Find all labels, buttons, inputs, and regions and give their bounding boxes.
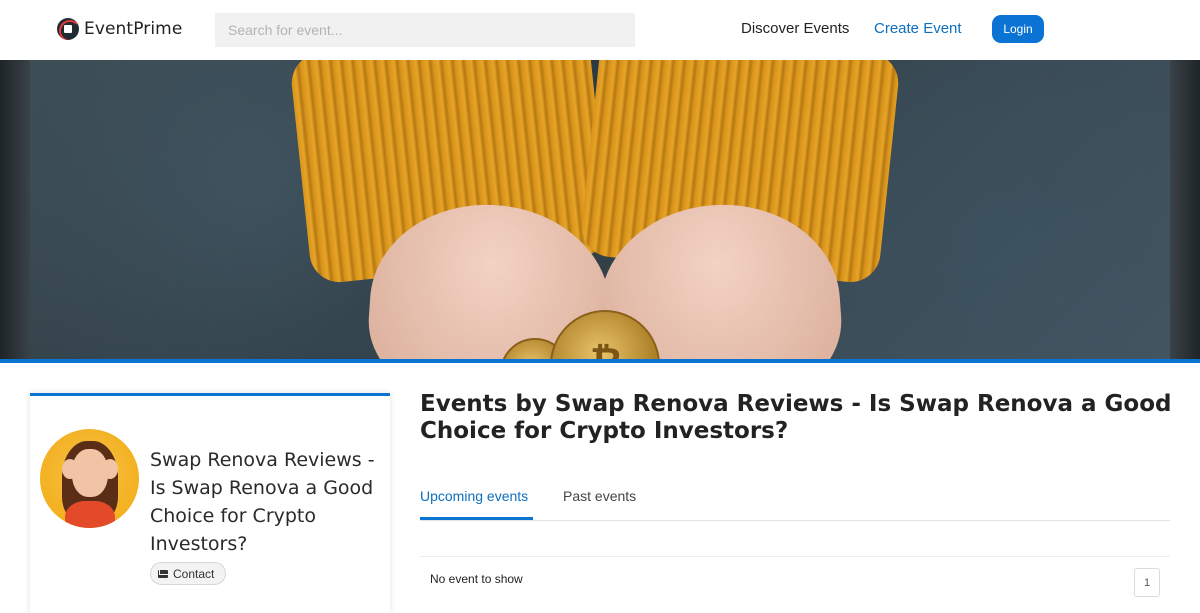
hero-image: ₿ bbox=[30, 60, 1170, 360]
hero-side-right bbox=[1170, 60, 1200, 360]
organizer-name: Swap Renova Reviews - Is Swap Renova a G… bbox=[150, 449, 375, 555]
empty-state-message: No event to show bbox=[430, 572, 523, 586]
avatar-hand-left bbox=[62, 459, 78, 479]
organizer-card: Swap Renova Reviews - Is Swap Renova a G… bbox=[30, 393, 390, 613]
nav-create-event[interactable]: Create Event bbox=[874, 20, 962, 37]
login-button[interactable]: Login bbox=[992, 15, 1044, 43]
avatar-body bbox=[65, 501, 115, 528]
event-tabs: Upcoming events Past events bbox=[420, 478, 1170, 521]
avatar bbox=[40, 429, 139, 528]
mail-icon bbox=[158, 569, 168, 578]
hero-banner: ₿ bbox=[0, 60, 1200, 360]
site-header: EventPrime Discover Events Create Event … bbox=[0, 0, 1200, 60]
divider bbox=[420, 556, 1170, 557]
hero-side-left bbox=[0, 60, 30, 360]
logo-text: EventPrime bbox=[84, 19, 183, 39]
tab-past-events[interactable]: Past events bbox=[563, 488, 636, 504]
pagination-page-button[interactable]: 1 bbox=[1134, 568, 1160, 597]
hero-accent-bar bbox=[0, 359, 1200, 363]
tab-upcoming-events[interactable]: Upcoming events bbox=[420, 488, 528, 504]
contact-label: Contact bbox=[173, 566, 215, 581]
nav-discover-events[interactable]: Discover Events bbox=[741, 20, 849, 37]
active-tab-indicator bbox=[420, 517, 533, 520]
eventprime-logo-icon bbox=[57, 18, 79, 40]
bitcoin-icon: ₿ bbox=[590, 340, 623, 360]
avatar-hand-right bbox=[102, 459, 118, 479]
page-title: Events by Swap Renova Reviews - Is Swap … bbox=[420, 391, 1172, 444]
contact-button[interactable]: Contact bbox=[150, 562, 227, 585]
search-input[interactable] bbox=[215, 13, 635, 47]
site-logo[interactable]: EventPrime bbox=[57, 18, 182, 40]
